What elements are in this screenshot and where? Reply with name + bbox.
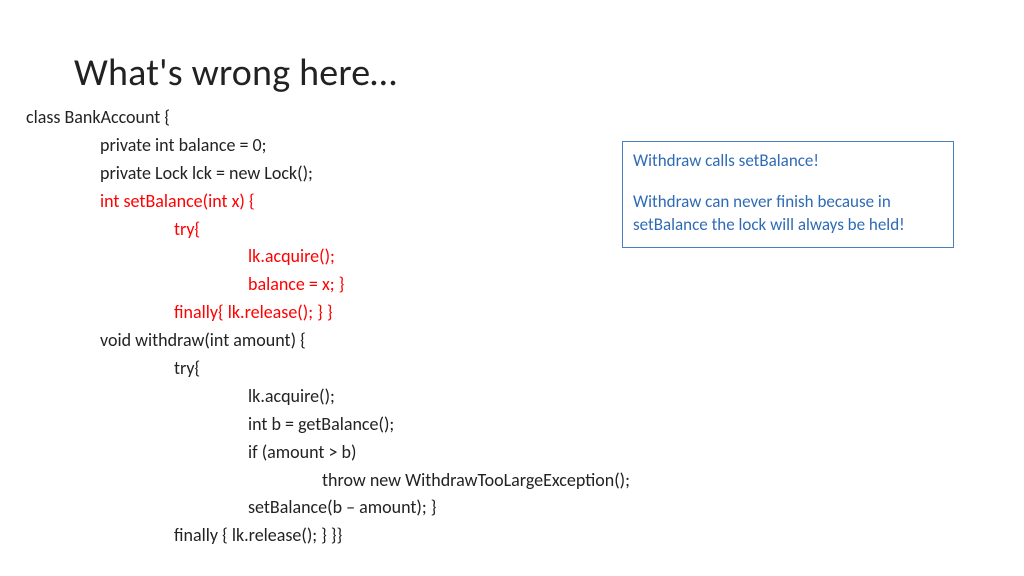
code-line: class BankAccount { (26, 104, 1024, 132)
code-line-highlight: finally{ lk.release(); } } (26, 299, 1024, 327)
code-line: throw new WithdrawTooLargeException(); (26, 467, 1024, 495)
code-line: setBalance(b – amount); } (26, 494, 1024, 522)
code-line-highlight: balance = x; } (26, 271, 1024, 299)
slide-title: What's wrong here… (74, 50, 1024, 96)
callout-line: Withdraw can never finish because in set… (633, 191, 943, 237)
code-line: void withdraw(int amount) { (26, 327, 1024, 355)
code-line: try{ (26, 355, 1024, 383)
callout-line: Withdraw calls setBalance! (633, 150, 943, 173)
code-line: lk.acquire(); (26, 383, 1024, 411)
code-line: int b = getBalance(); (26, 411, 1024, 439)
code-line: if (amount > b) (26, 439, 1024, 467)
callout-box: Withdraw calls setBalance! Withdraw can … (622, 141, 954, 248)
callout-spacer (633, 173, 943, 191)
slide: What's wrong here… class BankAccount { p… (0, 0, 1024, 576)
code-line: finally { lk.release(); } }} (26, 522, 1024, 550)
